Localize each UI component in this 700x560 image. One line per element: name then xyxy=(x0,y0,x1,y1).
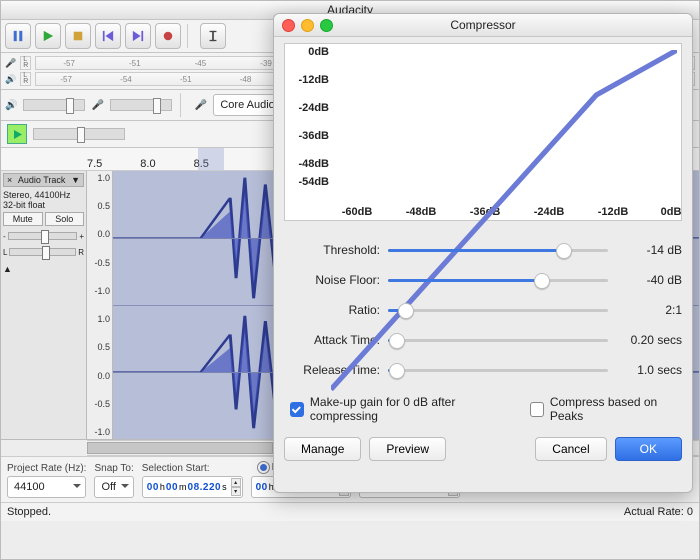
noise-floor-slider[interactable] xyxy=(388,272,608,288)
host-mic-icon: 🎤 xyxy=(195,100,207,111)
project-rate-label: Project Rate (Hz): xyxy=(7,463,86,474)
zoom-window-button[interactable] xyxy=(320,19,333,32)
release-time-slider[interactable] xyxy=(388,362,608,378)
compress-peaks-checkbox[interactable] xyxy=(530,402,544,417)
window-controls xyxy=(282,19,333,32)
recording-volume-slider[interactable] xyxy=(110,99,172,111)
compressor-dialog: Compressor 0dB -12dB -24dB -36dB -48dB -… xyxy=(273,13,693,493)
radio-end[interactable] xyxy=(257,461,270,474)
skip-end-button[interactable] xyxy=(125,23,151,49)
status-left: Stopped. xyxy=(7,506,51,518)
track-collapse-button[interactable]: ▲ xyxy=(3,264,84,274)
selection-start-field[interactable]: 00h00m08.220s▴▾ xyxy=(142,476,243,498)
project-rate-select[interactable]: 44100 xyxy=(7,476,86,498)
track-pan-slider[interactable] xyxy=(9,248,76,256)
snap-to-label: Snap To: xyxy=(94,463,133,474)
rec-meter-lr: LR xyxy=(20,56,31,70)
speaker-vol-icon: 🔊 xyxy=(5,100,17,111)
dialog-titlebar[interactable]: Compressor xyxy=(274,14,692,37)
speaker-icon[interactable]: 🔊 xyxy=(5,74,16,85)
stop-button[interactable] xyxy=(65,23,91,49)
status-bar: Stopped. Actual Rate: 0 xyxy=(1,502,699,521)
record-button[interactable] xyxy=(155,23,181,49)
minimize-window-button[interactable] xyxy=(301,19,314,32)
solo-button[interactable]: Solo xyxy=(45,212,85,226)
ratio-slider[interactable] xyxy=(388,302,608,318)
attack-time-slider[interactable] xyxy=(388,332,608,348)
timeline-selection xyxy=(198,148,224,170)
makeup-gain-checkbox[interactable] xyxy=(290,402,304,417)
timeline-tick: 7.5 xyxy=(87,158,102,170)
close-window-button[interactable] xyxy=(282,19,295,32)
cancel-button[interactable]: Cancel xyxy=(535,437,606,461)
mic-icon[interactable]: 🎤 xyxy=(5,58,16,69)
track-gain-slider[interactable] xyxy=(8,232,78,240)
pause-button[interactable] xyxy=(5,23,31,49)
track-control-panel: × Audio Track ▼ Stereo, 44100Hz 32-bit f… xyxy=(1,171,87,439)
toolbar-divider xyxy=(180,93,187,117)
track-format-line1: Stereo, 44100Hz xyxy=(3,190,84,200)
ok-button[interactable]: OK xyxy=(615,437,682,461)
play-at-speed-button[interactable] xyxy=(7,124,27,144)
threshold-slider[interactable] xyxy=(388,242,608,258)
toolbar-divider xyxy=(187,24,194,48)
status-right: Actual Rate: 0 xyxy=(624,506,693,518)
timeline-tick: 8.0 xyxy=(140,158,155,170)
makeup-gain-label: Make-up gain for 0 dB after compressing xyxy=(310,395,509,423)
snap-to-select[interactable]: Off xyxy=(94,476,133,498)
compress-peaks-label: Compress based on Peaks xyxy=(550,395,682,423)
selection-start-label: Selection Start: xyxy=(142,463,243,474)
playback-volume-slider[interactable] xyxy=(23,99,85,111)
dialog-title: Compressor xyxy=(450,18,515,32)
amplitude-scale: 1.00.50.0-0.5-1.01.00.50.0-0.5-1.0 xyxy=(87,171,113,439)
play-meter-lr: LR xyxy=(20,72,31,86)
play-button[interactable] xyxy=(35,23,61,49)
mic-vol-icon: 🎤 xyxy=(91,100,103,111)
mute-button[interactable]: Mute xyxy=(3,212,43,226)
tool-ibeam[interactable] xyxy=(200,23,226,49)
preview-button[interactable]: Preview xyxy=(369,437,446,461)
audacity-window: Audacity 🎤 LR -57-51-45-39-33-27-21-15 C… xyxy=(0,0,700,560)
compressor-curve-chart: 0dB -12dB -24dB -36dB -48dB -54dB -60dB … xyxy=(284,43,682,221)
track-menu-button[interactable]: × Audio Track ▼ xyxy=(3,173,84,187)
manage-button[interactable]: Manage xyxy=(284,437,361,461)
skip-start-button[interactable] xyxy=(95,23,121,49)
play-speed-slider[interactable] xyxy=(33,128,125,140)
track-format-line2: 32-bit float xyxy=(3,200,84,210)
